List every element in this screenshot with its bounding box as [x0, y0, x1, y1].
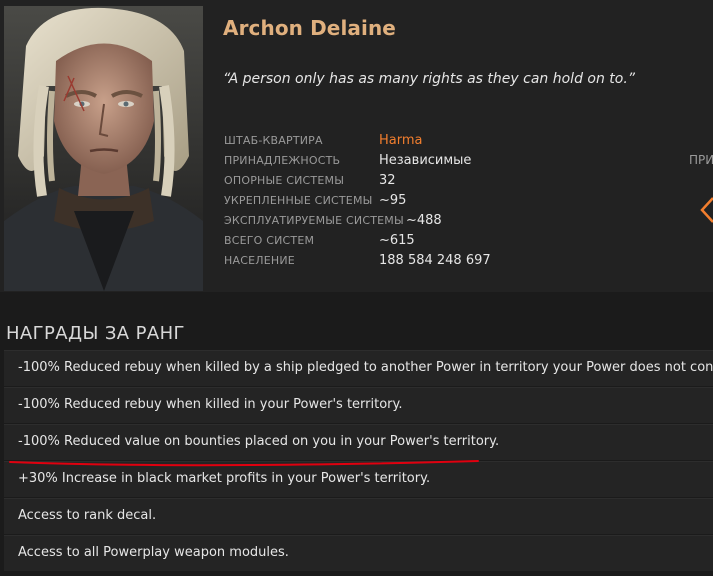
stat-label-headquarters: ШТАБ-КВАРТИРА — [224, 134, 323, 147]
chevron-left-icon[interactable] — [700, 196, 713, 228]
leader-profile-card: Archon Delaine “A person only has as man… — [0, 0, 713, 292]
leader-quote: “A person only has as many rights as the… — [223, 71, 636, 87]
list-item: Access to rank decal. — [4, 498, 713, 534]
stat-label-exploited-systems: ЭКСПЛУАТИРУЕМЫЕ СИСТЕМЫ — [224, 214, 404, 227]
stat-value-headquarters[interactable]: Harma — [379, 133, 423, 148]
rank-rewards-list: -100% Reduced rebuy when killed by a shi… — [4, 350, 713, 572]
stat-label-control-systems: ОПОРНЫЕ СИСТЕМЫ — [224, 174, 345, 187]
list-item: -100% Reduced rebuy when killed in your … — [4, 387, 713, 423]
stat-value-exploited-systems: ~488 — [406, 213, 442, 228]
list-item: Access to all Powerplay weapon modules. — [4, 535, 713, 571]
list-item: -100% Reduced rebuy when killed by a shi… — [4, 350, 713, 386]
stat-label-allegiance: ПРИНАДЛЕЖНОСТЬ — [224, 154, 341, 167]
reward-text: Access to rank decal. — [18, 508, 157, 523]
reward-text: -100% Reduced value on bounties placed o… — [18, 434, 500, 449]
stat-value-total-systems: ~615 — [379, 233, 415, 248]
reward-text: -100% Reduced rebuy when killed in your … — [18, 397, 403, 412]
stat-value-control-systems: 32 — [379, 173, 396, 188]
stat-label-total-systems: ВСЕГО СИСТЕМ — [224, 234, 315, 247]
list-item: +30% Increase in black market profits in… — [4, 461, 713, 497]
side-column-label: ПРИ — [689, 153, 713, 167]
stat-label-fortified-systems: УКРЕПЛЕННЫЕ СИСТЕМЫ — [224, 194, 373, 207]
powerplay-leader-page: Archon Delaine “A person only has as man… — [0, 0, 713, 576]
reward-text: +30% Increase in black market profits in… — [18, 471, 431, 486]
rank-rewards-title: НАГРАДЫ ЗА РАНГ — [6, 323, 185, 344]
list-item: -100% Reduced value on bounties placed o… — [4, 424, 713, 460]
stat-label-population: НАСЕЛЕНИЕ — [224, 254, 295, 267]
leader-portrait — [4, 6, 203, 291]
stat-value-fortified-systems: ~95 — [379, 193, 407, 208]
stat-value-allegiance: Независимые — [379, 153, 472, 168]
reward-text: -100% Reduced rebuy when killed by a shi… — [18, 360, 713, 375]
stat-value-population: 188 584 248 697 — [379, 253, 491, 268]
leader-name: Archon Delaine — [223, 16, 396, 40]
reward-text: Access to all Powerplay weapon modules. — [18, 545, 289, 560]
